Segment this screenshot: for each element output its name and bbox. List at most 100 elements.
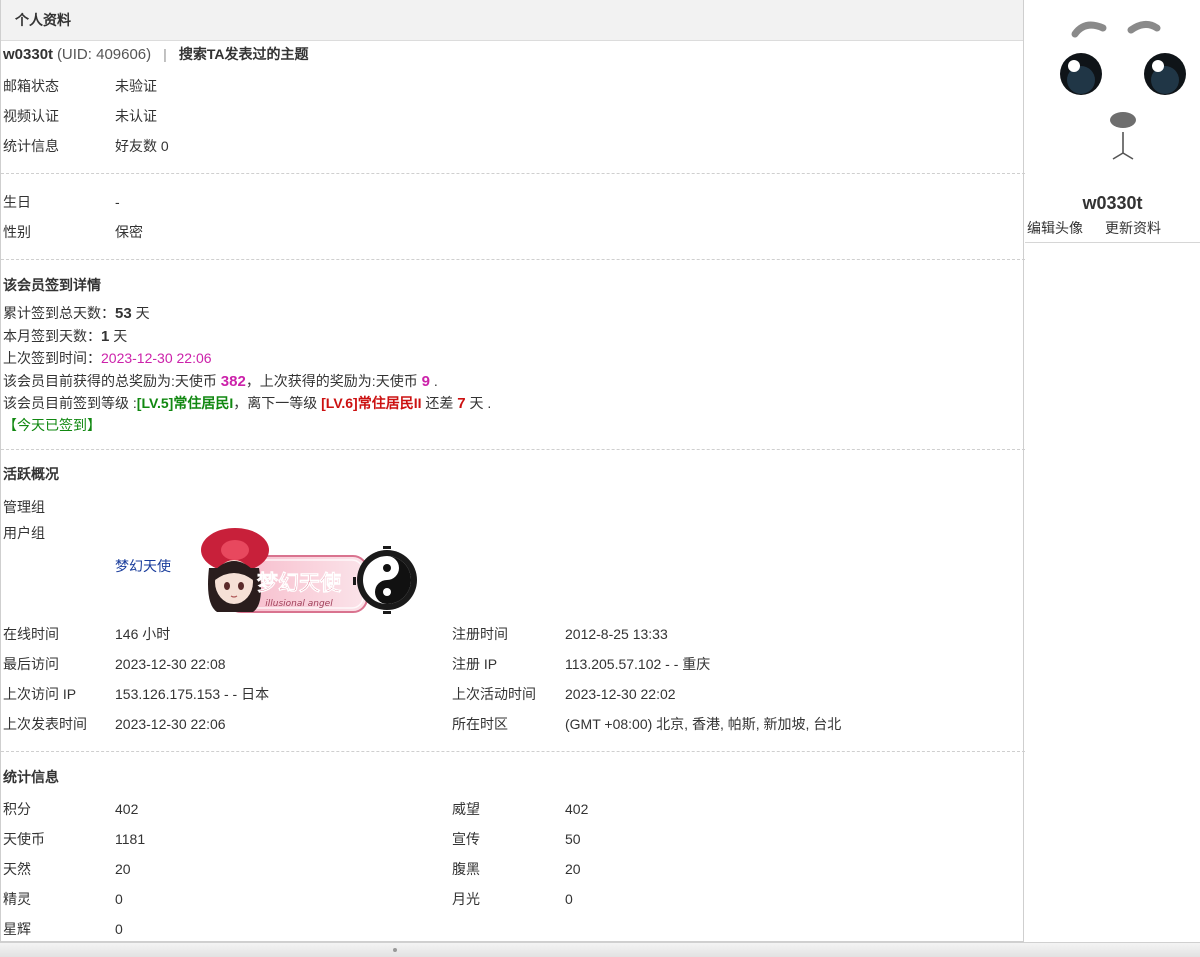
- bottom-scrollbar[interactable]: [0, 942, 1200, 957]
- info-value: 未认证: [115, 108, 157, 124]
- signin-month-label: 本月签到天数：: [3, 328, 101, 344]
- info-value: 0: [115, 891, 123, 907]
- user-avatar[interactable]: [1041, 4, 1191, 184]
- activity-row-last-active: 上次活动时间 2023-12-30 22:02: [452, 685, 676, 703]
- stats-row-angel-coin: 天使币 1181: [3, 830, 145, 848]
- reward-last: 9: [421, 373, 430, 390]
- update-profile-link[interactable]: 更新资料: [1105, 220, 1161, 236]
- info-value: 153.126.175.153 - - 日本: [115, 686, 270, 702]
- stats-row-moonlight: 月光 0: [452, 890, 573, 908]
- level-gap-text: 还差: [421, 395, 458, 411]
- divider: [1025, 242, 1200, 243]
- stats-row-dark: 腹黑 20: [452, 860, 581, 878]
- info-value: 113.205.57.102 - - 重庆: [565, 656, 711, 672]
- info-label: 最后访问: [3, 656, 59, 672]
- activity-row-online: 在线时间 146 小时: [3, 625, 170, 643]
- signin-total-days: 53: [115, 305, 132, 322]
- level-end-text: 天 .: [465, 395, 492, 411]
- info-value: 50: [565, 831, 581, 847]
- sidebar-username: w0330t: [1082, 193, 1143, 213]
- activity-section-title: 活跃概况: [3, 466, 59, 482]
- info-value: 0: [565, 891, 573, 907]
- info-label: 天然: [3, 861, 31, 877]
- divider: [1, 173, 1025, 174]
- info-label: 威望: [452, 801, 480, 817]
- stats-row-promotion: 宣传 50: [452, 830, 581, 848]
- stats-row-natural: 天然 20: [3, 860, 131, 878]
- profile-sidebar: w0330t 编辑头像 更新资料: [1025, 0, 1200, 957]
- info-label: 视频认证: [3, 108, 59, 124]
- info-value: 保密: [115, 224, 143, 240]
- level-gap-days: 7: [457, 395, 466, 412]
- info-label: 月光: [452, 891, 480, 907]
- day-unit: 天: [131, 305, 150, 321]
- info-label: 生日: [3, 194, 31, 210]
- page-title: 个人资料: [1, 0, 1023, 41]
- info-value: 146 小时: [115, 626, 171, 642]
- activity-row-last-post: 上次发表时间 2023-12-30 22:06: [3, 715, 226, 733]
- info-value: 未验证: [115, 78, 157, 94]
- info-label: 注册时间: [452, 626, 508, 642]
- signin-last-time: 2023-12-30 22:06: [101, 350, 212, 366]
- info-label: 上次访问 IP: [3, 686, 77, 702]
- level-mid-text: ，离下一等级: [233, 395, 322, 411]
- info-label: 管理组: [3, 499, 45, 515]
- signin-section-title: 该会员签到详情: [3, 277, 101, 293]
- user-group-row: 用户组: [3, 524, 115, 542]
- signin-total-line: 累计签到总天数：53 天: [3, 304, 150, 323]
- signin-level-line: 该会员目前签到等级 :[LV.5]常住居民I，离下一等级 [LV.6]常住居民I…: [3, 394, 491, 413]
- user-group-link[interactable]: 梦幻天使: [115, 557, 171, 575]
- reward-end-text: .: [429, 373, 438, 389]
- info-label: 腹黑: [452, 861, 480, 877]
- reward-mid-text: ，上次获得的奖励为:天使币: [245, 373, 422, 389]
- info-value: 1181: [115, 831, 146, 847]
- signin-last-line: 上次签到时间：2023-12-30 22:06: [3, 349, 212, 367]
- info-value: 20: [115, 861, 131, 877]
- divider: [1, 259, 1025, 260]
- info-label: 邮箱状态: [3, 78, 59, 94]
- scroll-thumb[interactable]: [393, 948, 397, 952]
- info-label: 在线时间: [3, 626, 59, 642]
- info-label: 上次发表时间: [3, 716, 87, 732]
- sidebar-actions: 编辑头像 更新资料: [1027, 219, 1161, 237]
- divider: [1, 751, 1025, 752]
- level-current: [LV.5]常住居民I: [136, 395, 234, 411]
- info-value: 2012-8-25 13:33: [565, 626, 668, 642]
- info-label: 注册 IP: [452, 656, 498, 672]
- activity-row-last-ip: 上次访问 IP 153.126.175.153 - - 日本: [3, 685, 269, 703]
- info-value: 402: [115, 801, 139, 817]
- info-value: 20: [565, 861, 581, 877]
- info-value: 0: [115, 921, 123, 937]
- user-uid: (UID: 409606): [56, 46, 152, 63]
- info-label: 性别: [3, 224, 31, 240]
- info-label: 精灵: [3, 891, 31, 907]
- activity-row-register-time: 注册时间 2012-8-25 13:33: [452, 625, 668, 643]
- info-value: 402: [565, 801, 589, 817]
- edit-avatar-link[interactable]: 编辑头像: [1027, 220, 1083, 236]
- search-user-threads-link[interactable]: 搜索TA发表过的主题: [179, 46, 309, 62]
- activity-row-last-visit: 最后访问 2023-12-30 22:08: [3, 655, 226, 673]
- stats-row-points: 积分 402: [3, 800, 138, 818]
- activity-row-register-ip: 注册 IP 113.205.57.102 - - 重庆: [452, 655, 710, 673]
- reward-total: 382: [220, 373, 246, 390]
- level-next: [LV.6]常住居民II: [321, 395, 422, 411]
- stats-row-spirit: 精灵 0: [3, 890, 123, 908]
- badge-title-text: 梦幻天使: [257, 571, 342, 595]
- badge-subtitle-text: illusional angel: [265, 599, 333, 609]
- info-row-email: 邮箱状态 未验证: [3, 77, 157, 95]
- stats-section-title: 统计信息: [3, 769, 59, 785]
- signin-today-status: 【今天已签到】: [3, 417, 101, 433]
- separator: |: [163, 46, 167, 62]
- info-row-video: 视频认证 未认证: [3, 107, 157, 125]
- level-label: 该会员目前签到等级 :: [3, 395, 137, 411]
- user-group-badge-image: 梦幻天使 illusional angel: [201, 528, 417, 614]
- info-value: 2023-12-30 22:08: [115, 656, 226, 672]
- username: w0330t: [3, 46, 54, 63]
- info-value: 2023-12-30 22:06: [115, 716, 226, 732]
- reward-label: 该会员目前获得的总奖励为:天使币: [3, 373, 221, 389]
- info-value: 2023-12-30 22:02: [565, 686, 676, 702]
- info-row-birthday: 生日 -: [3, 193, 120, 211]
- info-value: 好友数 0: [115, 138, 169, 154]
- day-unit: 天: [109, 328, 128, 344]
- activity-row-timezone: 所在时区 (GMT +08:00) 北京, 香港, 帕斯, 新加坡, 台北: [452, 715, 841, 733]
